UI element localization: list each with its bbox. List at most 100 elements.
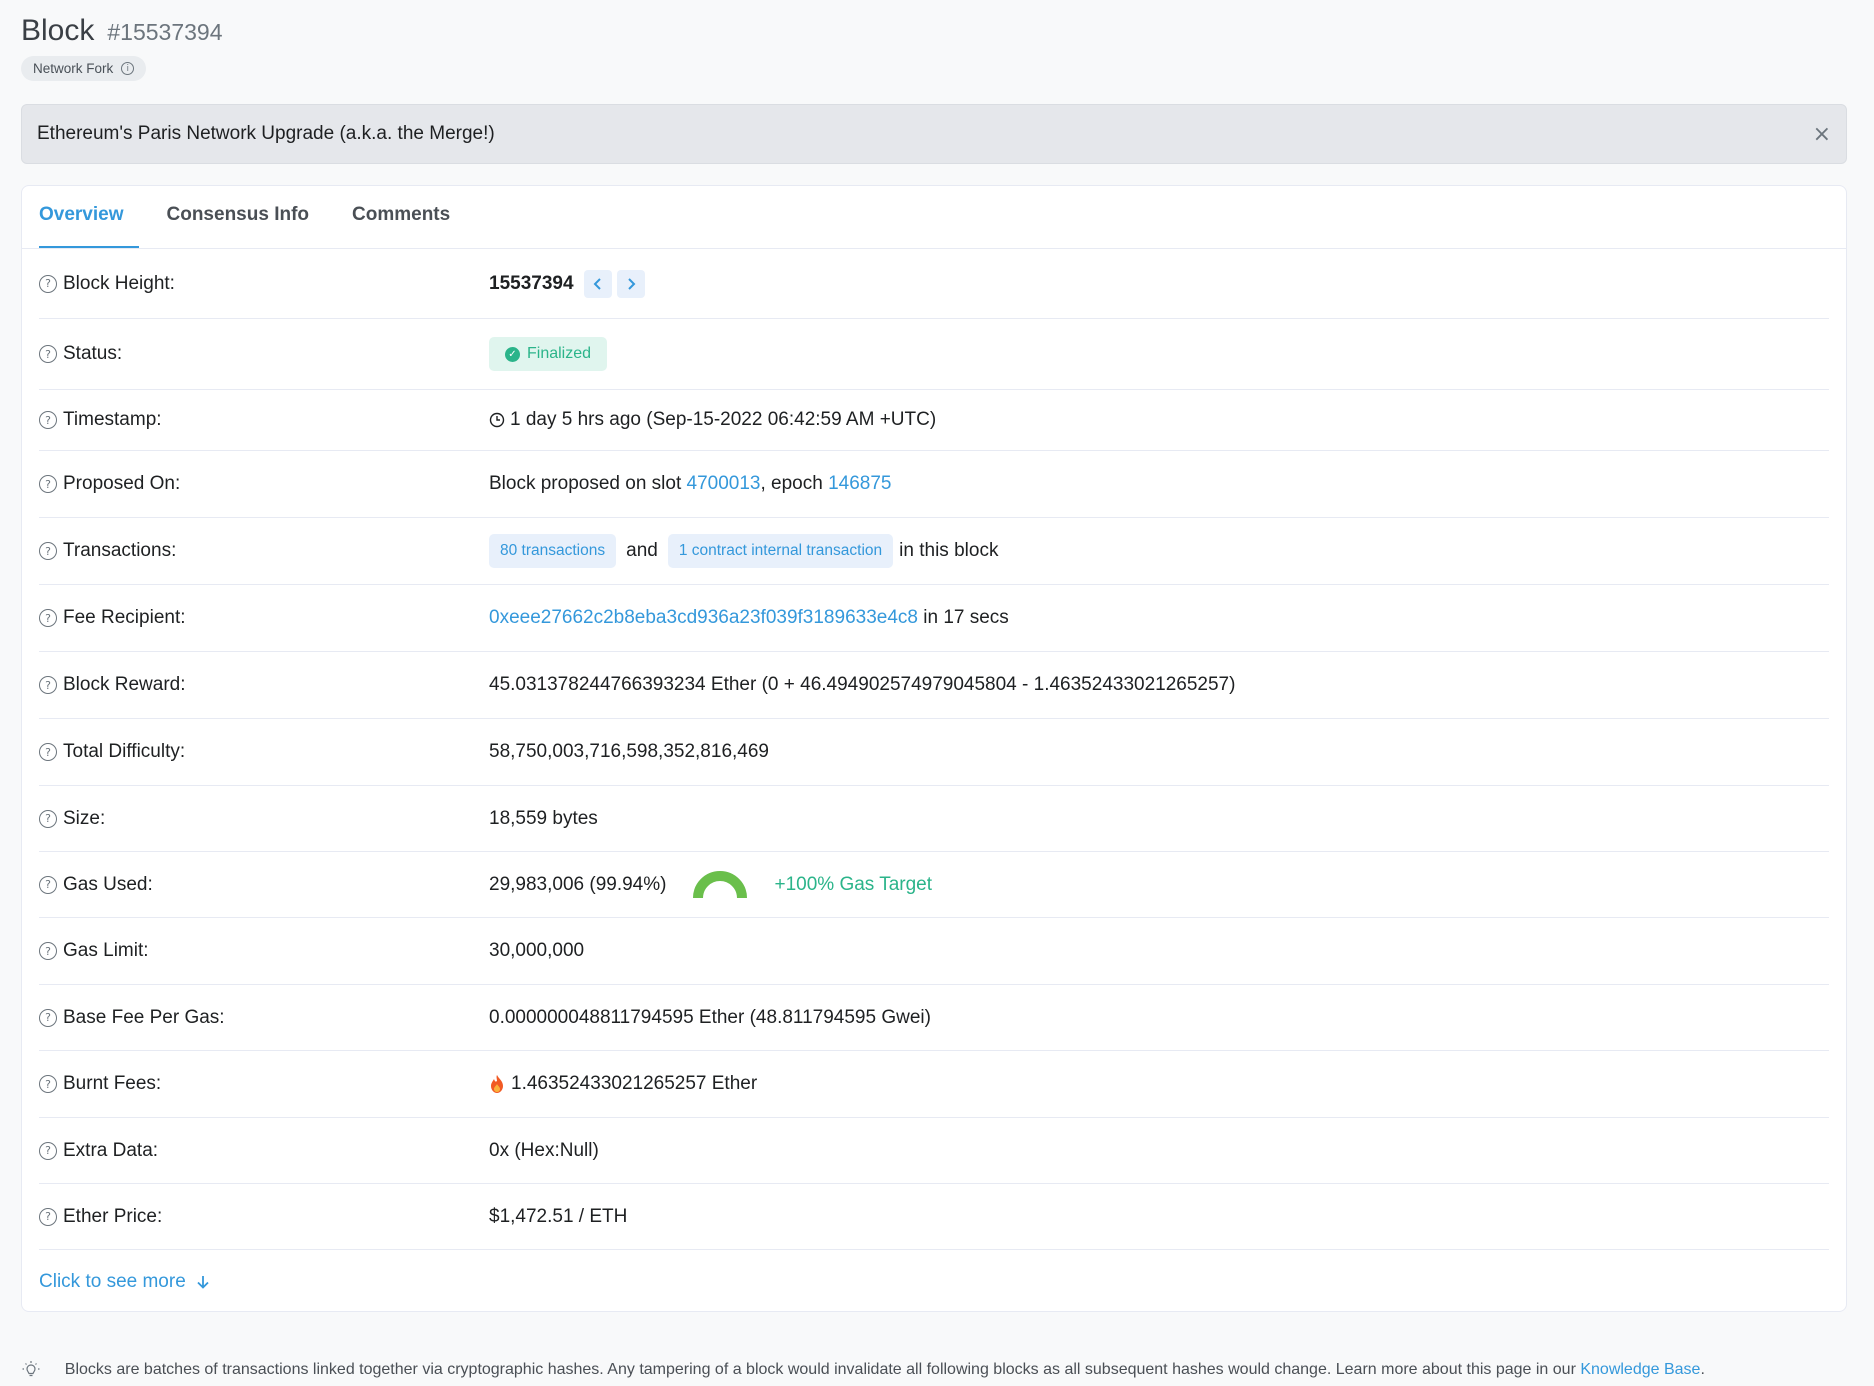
row-label: Proposed On:	[63, 473, 181, 494]
base-fee-value: 0.000000048811794595 Ether (48.811794595…	[489, 1006, 931, 1028]
row-label: Block Reward:	[63, 674, 186, 695]
prev-block-button[interactable]	[583, 269, 612, 298]
internal-transactions-link[interactable]: 1 contract internal transaction	[667, 534, 894, 568]
merge-banner: Ethereum's Paris Network Upgrade (a.k.a.…	[21, 104, 1847, 164]
row-block-reward: ? Block Reward: 45.031378244766393234 Eth…	[39, 652, 1829, 719]
row-burnt-fees: ? Burnt Fees: 1.46352433021265257 Ether	[39, 1051, 1829, 1118]
page-footer-note: Blocks are batches of transactions linke…	[21, 1343, 1705, 1386]
row-label: Burnt Fees:	[63, 1073, 162, 1094]
row-transactions: ? Transactions: 80 transactions and 1 con…	[39, 518, 1829, 585]
row-label: Status:	[63, 343, 123, 364]
details-list: ? Block Height: 15537394 ? Status: ✓ Final…	[22, 249, 1846, 1250]
footer-text: Blocks are batches of transactions linke…	[64, 1361, 1581, 1378]
fee-recipient-link[interactable]: 0xeee27662c2b8eba3cd936a23f039f3189633e4…	[489, 607, 918, 629]
block-details-card: Overview Consensus Info Comments ? Block …	[21, 185, 1847, 1312]
row-size: ? Size: 18,559 bytes	[39, 786, 1829, 852]
help-icon[interactable]: ?	[39, 875, 57, 894]
timestamp-value: 1 day 5 hrs ago (Sep-15-2022 06:42:59 AM…	[510, 409, 937, 430]
row-block-height: ? Block Height: 15537394	[39, 249, 1829, 319]
info-icon[interactable]: i	[121, 62, 135, 75]
row-label: Base Fee Per Gas:	[63, 1006, 225, 1028]
row-label: Fee Recipient:	[63, 607, 186, 628]
help-icon[interactable]: ?	[39, 1075, 57, 1093]
network-fork-label: Network Fork	[33, 61, 114, 76]
help-icon[interactable]: ?	[39, 345, 57, 363]
block-height-value: 15537394	[489, 272, 574, 294]
row-label: Block Height:	[63, 272, 175, 294]
row-label: Gas Limit:	[63, 940, 149, 961]
status-badge: ✓ Finalized	[489, 337, 608, 371]
epoch-link[interactable]: 146875	[828, 473, 891, 495]
row-label: Extra Data:	[63, 1139, 159, 1161]
row-extra-data: ? Extra Data: 0x (Hex:Null)	[39, 1118, 1829, 1184]
help-icon[interactable]: ?	[39, 274, 57, 293]
block-number: #15537394	[107, 19, 223, 45]
gas-limit-value: 30,000,000	[489, 940, 585, 961]
page-header: Block #15537394 Network Fork i	[21, 14, 222, 81]
row-base-fee: ? Base Fee Per Gas: 0.000000048811794595 …	[39, 985, 1829, 1051]
help-icon[interactable]: ?	[39, 809, 57, 828]
help-icon[interactable]: ?	[39, 676, 57, 694]
footer-end: .	[1700, 1361, 1705, 1378]
row-label: Ether Price:	[63, 1205, 163, 1227]
knowledge-base-link[interactable]: Knowledge Base	[1580, 1361, 1700, 1378]
page-title: Block	[21, 14, 95, 47]
network-fork-badge[interactable]: Network Fork i	[21, 56, 147, 81]
row-gas-used: ? Gas Used: 29,983,006 (99.94%) +100% Gas…	[39, 852, 1829, 918]
total-difficulty-value: 58,750,003,716,598,352,816,469	[489, 741, 769, 762]
help-icon[interactable]: ?	[39, 1207, 57, 1226]
see-more-text: Click to see more	[39, 1270, 186, 1292]
next-block-button[interactable]	[616, 269, 645, 298]
burnt-fees-value: 1.46352433021265257 Ether	[511, 1073, 758, 1094]
help-icon[interactable]: ?	[39, 475, 57, 493]
check-circle-icon: ✓	[505, 346, 520, 362]
extra-data-value: 0x (Hex:Null)	[489, 1139, 599, 1161]
help-icon[interactable]: ?	[39, 609, 57, 627]
ether-price-value: $1,472.51 / ETH	[489, 1205, 628, 1227]
gas-gauge-icon	[693, 870, 748, 898]
gas-target-text: +100% Gas Target	[774, 873, 933, 895]
block-reward-value: 45.031378244766393234 Ether (0 + 46.4949…	[489, 674, 1236, 695]
row-gas-limit: ? Gas Limit: 30,000,000	[39, 918, 1829, 985]
see-more-link[interactable]: Click to see more	[22, 1250, 1846, 1313]
gas-used-value: 29,983,006 (99.94%)	[489, 873, 667, 895]
row-label: Gas Used:	[63, 873, 153, 895]
help-icon[interactable]: ?	[39, 411, 57, 429]
close-icon[interactable]: ×	[1813, 122, 1831, 147]
row-label: Transactions:	[63, 540, 177, 561]
help-icon[interactable]: ?	[39, 1141, 57, 1160]
slot-link[interactable]: 4700013	[687, 473, 761, 495]
help-icon[interactable]: ?	[39, 743, 57, 761]
chevron-right-icon	[627, 277, 635, 290]
fee-recipient-suffix: in 17 secs	[917, 607, 1009, 628]
help-icon[interactable]: ?	[39, 542, 57, 560]
arrow-down-icon	[197, 1275, 209, 1289]
clock-icon	[489, 412, 505, 428]
row-ether-price: ? Ether Price: $1,472.51 / ETH	[39, 1184, 1829, 1250]
row-total-difficulty: ? Total Difficulty: 58,750,003,716,598,35…	[39, 719, 1829, 786]
tab-comments[interactable]: Comments	[352, 204, 450, 248]
banner-text: Ethereum's Paris Network Upgrade (a.k.a.…	[37, 123, 495, 144]
row-fee-recipient: ? Fee Recipient: 0xeee27662c2b8eba3cd936a…	[39, 585, 1829, 652]
transactions-and: and	[626, 540, 658, 561]
row-label: Timestamp:	[63, 409, 162, 430]
status-text: Finalized	[527, 345, 592, 362]
tab-overview[interactable]: Overview	[39, 204, 139, 248]
size-value: 18,559 bytes	[489, 807, 598, 829]
row-timestamp: ? Timestamp: 1 day 5 hrs ago (Sep-15-2022…	[39, 390, 1829, 451]
tab-bar: Overview Consensus Info Comments	[22, 186, 1846, 249]
row-status: ? Status: ✓ Finalized	[39, 319, 1829, 390]
transactions-suffix: in this block	[899, 540, 999, 561]
fire-icon	[491, 1075, 503, 1093]
lightbulb-icon	[22, 1361, 40, 1377]
row-label: Total Difficulty:	[63, 741, 186, 762]
chevron-left-icon	[593, 277, 601, 290]
tab-consensus-info[interactable]: Consensus Info	[167, 204, 310, 248]
proposed-mid: , epoch	[760, 473, 829, 494]
row-label: Size:	[63, 807, 106, 829]
transactions-link[interactable]: 80 transactions	[489, 534, 617, 568]
help-icon[interactable]: ?	[39, 1008, 57, 1027]
proposed-prefix: Block proposed on slot	[489, 473, 687, 494]
row-proposed-on: ? Proposed On: Block proposed on slot 470…	[39, 451, 1829, 518]
help-icon[interactable]: ?	[39, 942, 57, 960]
